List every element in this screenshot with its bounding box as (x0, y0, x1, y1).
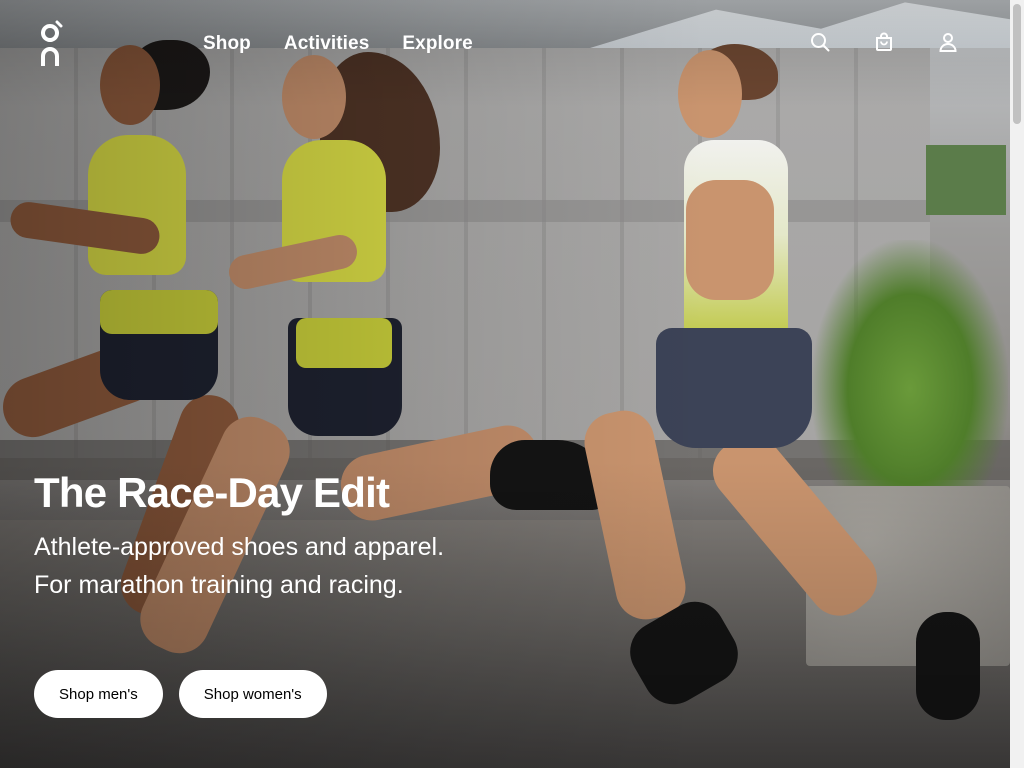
main-nav: Shop Activities Explore (203, 33, 473, 55)
nav-item-explore[interactable]: Explore (402, 33, 472, 55)
shop-womens-button[interactable]: Shop women's (178, 670, 327, 718)
nav-item-activities[interactable]: Activities (284, 33, 369, 55)
scrollbar-thumb[interactable] (1013, 4, 1021, 124)
account-icon[interactable] (936, 30, 960, 54)
hero-subtitle: Athlete-approved shoes and apparel. For … (34, 533, 445, 599)
on-brand-logo[interactable] (36, 20, 64, 68)
search-icon[interactable] (808, 30, 832, 54)
page-scrollbar[interactable] (1010, 0, 1024, 768)
shopping-bag-icon[interactable] (872, 30, 896, 54)
header-actions (808, 30, 960, 54)
hero-section: Shop Activities Explore The Race-Day Edi… (0, 0, 1010, 768)
hero-text: The Race-Day Edit Athlete-approved shoes… (34, 466, 474, 604)
site-header: Shop Activities Explore (0, 0, 1010, 90)
shop-mens-button[interactable]: Shop men's (34, 670, 163, 718)
nav-item-shop[interactable]: Shop (203, 33, 251, 55)
hero-cta-group: Shop men's Shop women's (34, 670, 327, 718)
hero-title: The Race-Day Edit (34, 469, 390, 516)
